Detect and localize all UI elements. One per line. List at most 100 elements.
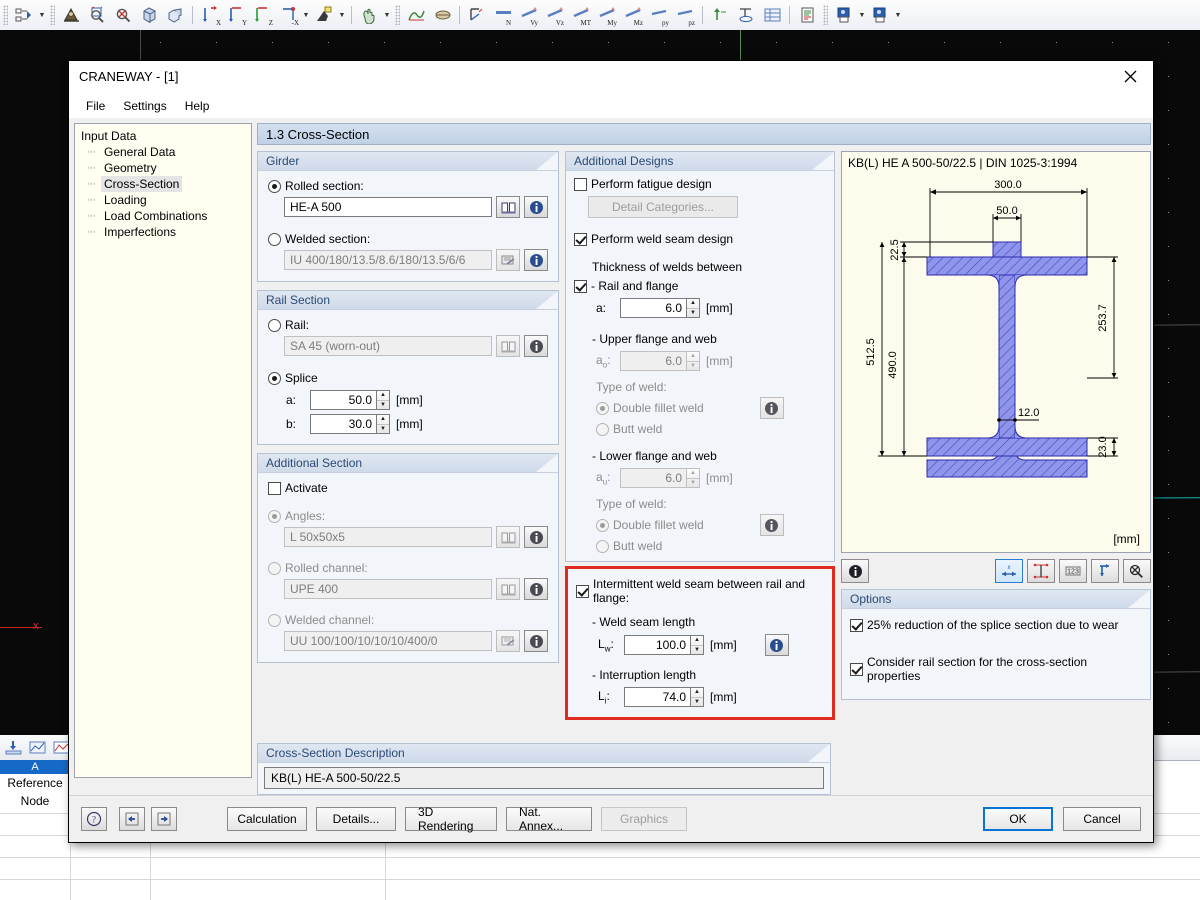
dialog-titlebar[interactable]: CRANEWAY - [1] <box>69 61 1153 95</box>
info-icon[interactable] <box>759 397 784 419</box>
sidebar-item-imperfections[interactable]: ··· Imperfections <box>79 224 251 240</box>
option-wear-reduction-checkbox[interactable] <box>850 618 863 632</box>
rolled-section-radio-row[interactable]: Rolled section: <box>268 179 548 193</box>
welded-channel-input[interactable]: UU 100/100/10/10/10/400/0 <box>284 631 492 651</box>
support-reaction-icon[interactable] <box>707 3 733 27</box>
splice-b-input[interactable]: 30.0 <box>310 414 377 434</box>
lw-stepper[interactable]: ▲ ▼ <box>691 635 704 655</box>
chevron-down-icon-6[interactable]: ▼ <box>893 3 903 27</box>
box-iso-icon[interactable] <box>162 3 188 27</box>
craneway-dialog[interactable]: CRANEWAY - [1] File Settings Help Input … <box>68 60 1154 843</box>
angles-input[interactable]: L 50x50x5 <box>284 527 492 547</box>
fatigue-design-checkbox[interactable] <box>574 177 587 191</box>
weld-seam-design-checkbox[interactable] <box>574 232 587 246</box>
info-icon[interactable] <box>764 634 789 656</box>
lower-double-fillet-row[interactable]: Double fillet weld <box>596 514 824 536</box>
upper-butt-weld-radio[interactable] <box>596 422 609 436</box>
fatigue-design-row[interactable]: Perform fatigue design <box>574 177 824 191</box>
menu-help[interactable]: Help <box>176 97 219 115</box>
stress-py-icon[interactable]: py <box>646 3 672 27</box>
edit-section-icon[interactable] <box>496 630 520 652</box>
sidebar-item-loading[interactable]: ··· Loading <box>79 192 251 208</box>
splice-a-input[interactable]: 50.0 <box>310 390 377 410</box>
rolled-section-radio[interactable] <box>268 179 281 193</box>
next-icon[interactable] <box>151 807 177 831</box>
menu-file[interactable]: File <box>77 97 114 115</box>
upper-double-fillet-radio[interactable] <box>596 401 609 415</box>
calculation-button[interactable]: Calculation <box>227 807 307 831</box>
weld-a-stepper[interactable]: ▲ ▼ <box>687 298 700 318</box>
angles-radio[interactable] <box>268 509 281 523</box>
edit-section-icon[interactable] <box>496 249 520 271</box>
axial-force-N-icon[interactable]: N <box>490 3 516 27</box>
chevron-down-icon-5[interactable]: ▼ <box>857 3 867 27</box>
toolbar-grip-3[interactable] <box>395 5 400 25</box>
zoom-out-icon[interactable] <box>110 3 136 27</box>
axis-z-icon[interactable]: Z <box>249 3 275 27</box>
new-window-icon[interactable] <box>831 3 857 27</box>
info-icon[interactable] <box>841 559 869 583</box>
box-3d-icon[interactable] <box>136 3 162 27</box>
toolbar-grip[interactable] <box>3 5 8 25</box>
close-icon[interactable] <box>1107 61 1153 91</box>
background-toolbar[interactable]: ▼ X Y Z -X ▼ ▼ ▼ N Vy Vz MT My Mz py pz … <box>0 0 1200 31</box>
intermittent-weld-checkbox[interactable] <box>576 584 589 598</box>
rail-input[interactable]: SA 45 (worn-out) <box>284 336 492 356</box>
activate-checkbox[interactable] <box>268 481 281 495</box>
lighting-icon[interactable] <box>311 3 337 27</box>
option-rail-section-checkbox[interactable] <box>850 662 863 676</box>
option-wear-reduction-row[interactable]: 25% reduction of the splice section due … <box>850 618 1140 632</box>
library-book-icon[interactable] <box>496 526 520 548</box>
welded-section-input[interactable]: IU 400/180/13.5/8.6/180/13.5/6/6 <box>284 250 492 270</box>
angles-radio-row[interactable]: Angles: <box>268 509 548 523</box>
sidebar-item-load-combinations[interactable]: ··· Load Combinations <box>79 208 251 224</box>
rolled-section-input[interactable]: HE-A 500 <box>284 197 492 217</box>
axis-x-icon[interactable]: X <box>197 3 223 27</box>
detail-categories-button[interactable]: Detail Categories... <box>588 196 738 218</box>
axis-y-icon[interactable]: Y <box>223 3 249 27</box>
welded-channel-radio-row[interactable]: Welded channel: <box>268 613 548 627</box>
dimension-x-icon[interactable]: x <box>995 559 1023 583</box>
info-icon[interactable] <box>524 578 548 600</box>
nat-annex-button[interactable]: Nat. Annex... <box>506 805 592 833</box>
chevron-down-icon[interactable]: ▼ <box>37 3 47 27</box>
weld-ao-input[interactable]: 6.0 <box>620 351 687 371</box>
axis-negx-icon[interactable]: -X <box>275 3 301 27</box>
splice-b-stepper[interactable]: ▲ ▼ <box>377 414 390 434</box>
chart-icon[interactable] <box>26 738 48 758</box>
new-window-2-icon[interactable] <box>867 3 893 27</box>
splice-radio-row[interactable]: Splice <box>268 371 548 385</box>
rolled-channel-input[interactable]: UPE 400 <box>284 579 492 599</box>
printout-report-icon[interactable] <box>794 3 820 27</box>
lower-butt-weld-row[interactable]: Butt weld <box>596 539 824 553</box>
moment-Mz-icon[interactable]: Mz <box>620 3 646 27</box>
section-stress-icon[interactable] <box>733 3 759 27</box>
toolbar-grip-4[interactable] <box>823 5 828 25</box>
stress-ratio-icon[interactable] <box>464 3 490 27</box>
info-icon[interactable] <box>759 514 784 536</box>
splice-radio[interactable] <box>268 371 281 385</box>
shear-Vz-icon[interactable]: Vz <box>542 3 568 27</box>
help-icon[interactable]: ? <box>81 807 107 831</box>
result-table-icon[interactable] <box>759 3 785 27</box>
weld-ao-stepper[interactable]: ▲ ▼ <box>687 351 700 371</box>
previous-icon[interactable] <box>119 807 145 831</box>
shear-Vy-icon[interactable]: Vy <box>516 3 542 27</box>
lw-input[interactable]: 100.0 <box>624 635 691 655</box>
sidebar-item-general-data[interactable]: ··· General Data <box>79 144 251 160</box>
info-icon[interactable] <box>524 249 548 271</box>
stress-pz-icon[interactable]: pz <box>672 3 698 27</box>
torsion-MT-icon[interactable]: MT <box>568 3 594 27</box>
hide-dimensions-icon[interactable] <box>1123 559 1151 583</box>
sidebar-item-cross-section[interactable]: ··· Cross-Section <box>79 176 251 192</box>
cross-section-toolbar[interactable]: x 123 <box>841 557 1151 585</box>
cross-section-view[interactable]: KB(L) HE A 500-50/22.5 | DIN 1025-3:1994 <box>841 151 1151 553</box>
cross-section-description-input[interactable]: KB(L) HE-A 500-50/22.5 <box>264 767 824 789</box>
dialog-menubar[interactable]: File Settings Help <box>69 95 1153 118</box>
library-book-icon[interactable] <box>496 335 520 357</box>
section-icon[interactable] <box>429 3 455 27</box>
weld-au-stepper[interactable]: ▲ ▼ <box>687 468 700 488</box>
dimension-grid-icon[interactable] <box>1027 559 1055 583</box>
import-icon[interactable] <box>2 738 24 758</box>
numbers-icon[interactable]: 123 <box>1059 559 1087 583</box>
